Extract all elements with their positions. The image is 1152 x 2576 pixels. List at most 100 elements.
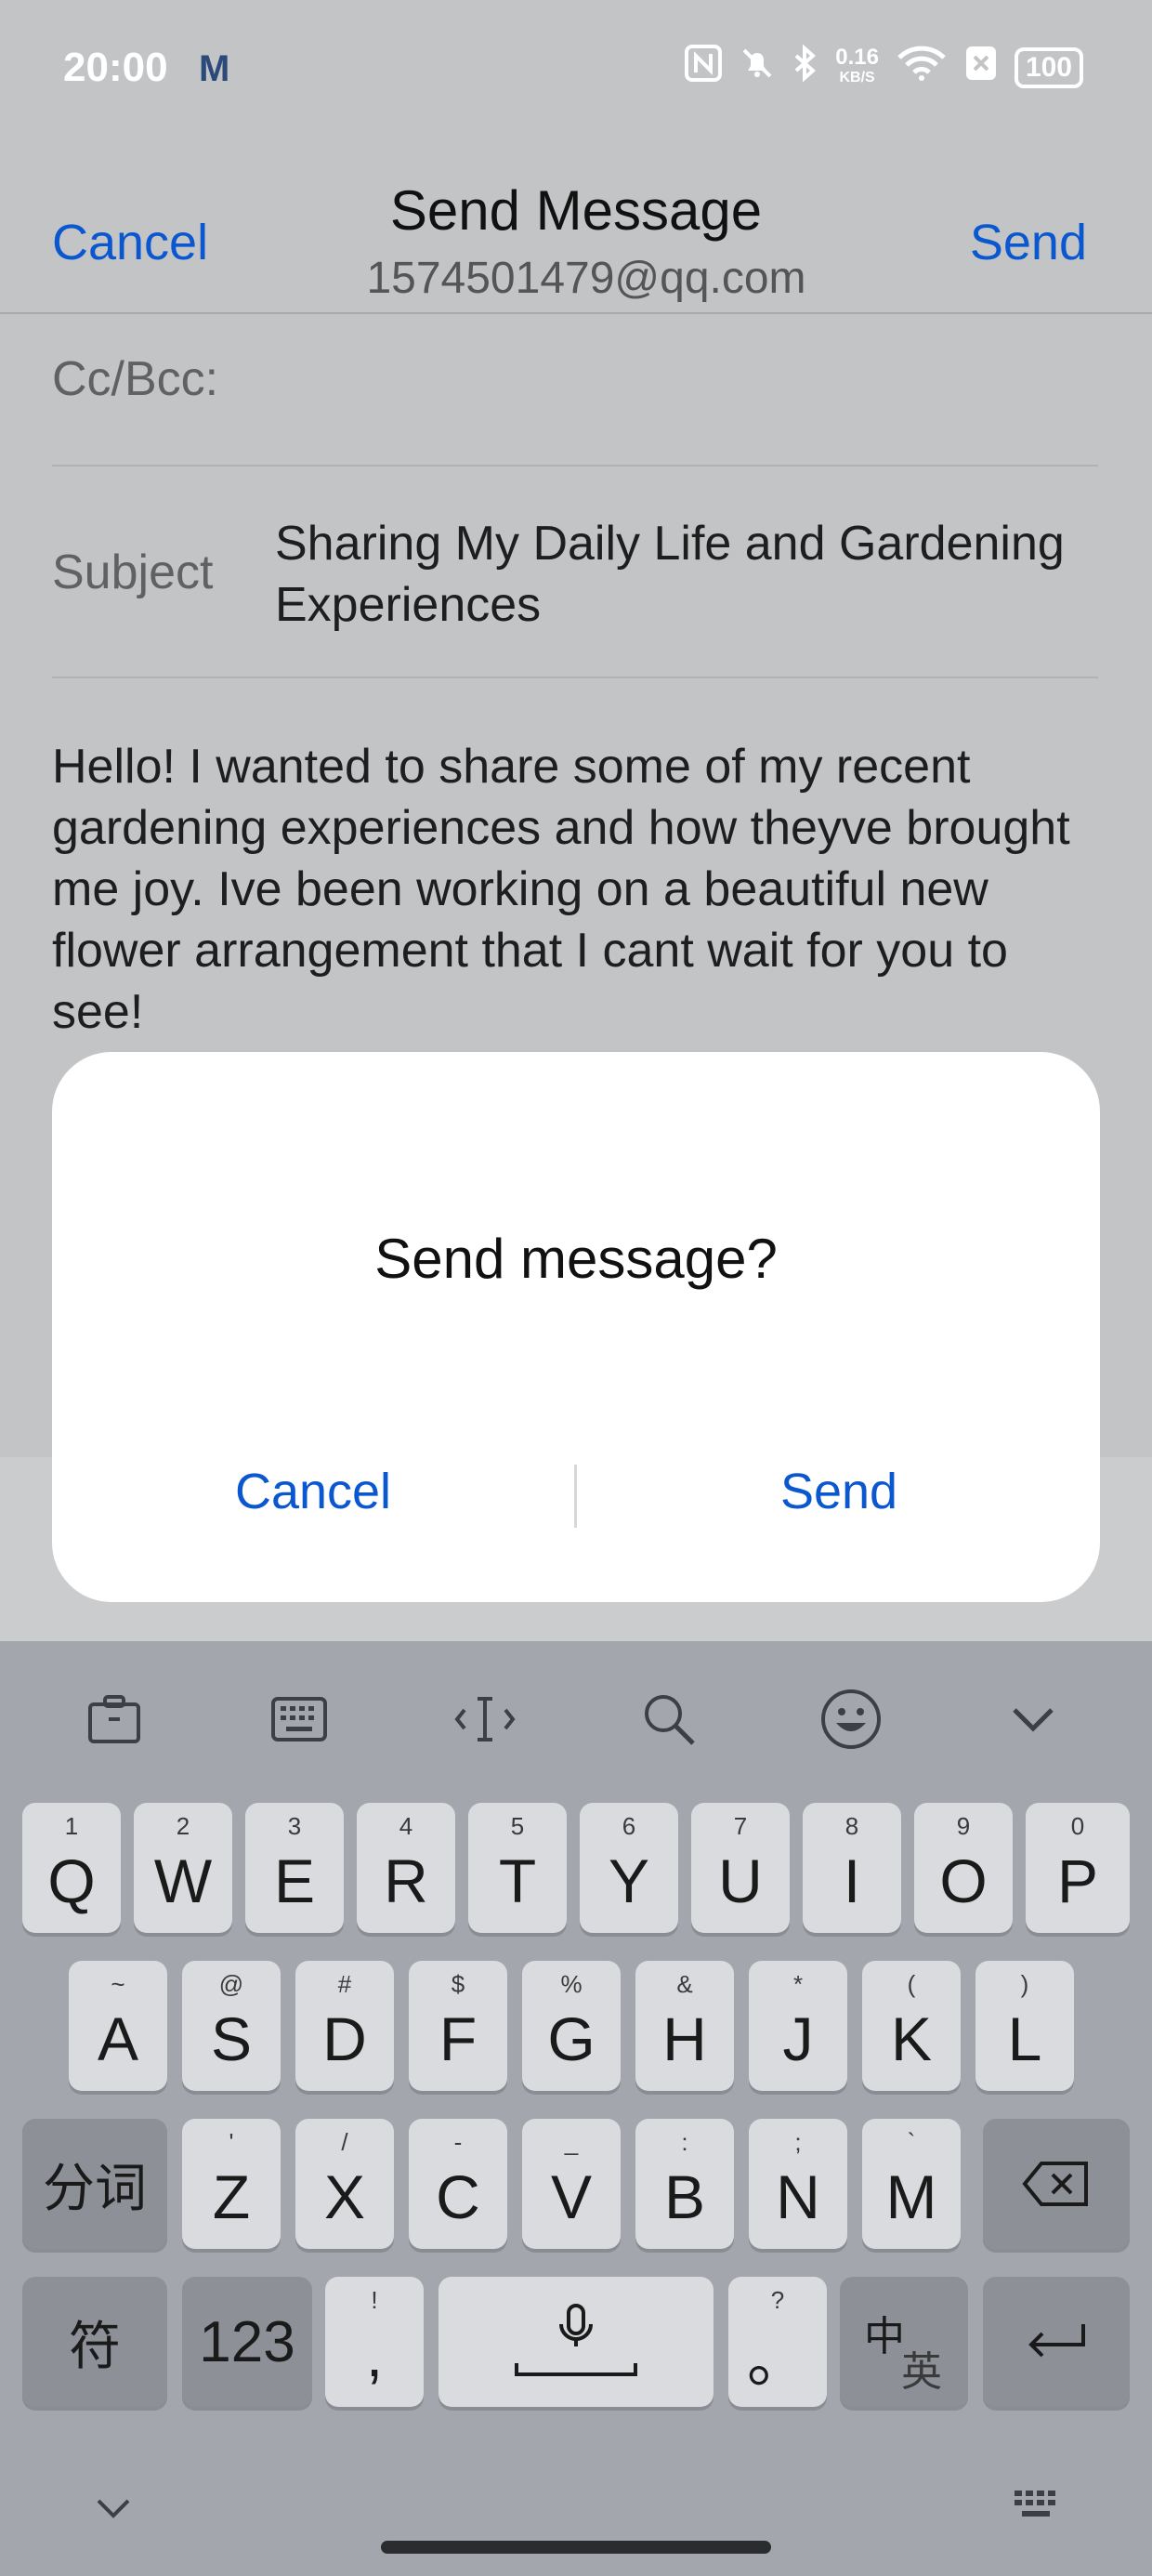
key-q[interactable]: 1Q [22,1803,121,1933]
key-b[interactable]: :B [635,2119,734,2249]
emoji-icon[interactable] [814,1689,888,1749]
key-label: G [547,2004,596,2073]
key-label: X [323,2162,366,2231]
key-hint: ' [229,2128,234,2156]
key-label: N [776,2162,820,2231]
key-j[interactable]: * J [749,1961,847,2091]
key-label: S [210,2004,253,2073]
segment-key[interactable]: 分词 [22,2119,167,2249]
key-label: A [97,2004,139,2073]
key-label: R [384,1847,428,1915]
key-label: W [153,1847,213,1915]
key-u[interactable]: 7U [691,1803,790,1933]
key-y[interactable]: 6Y [580,1803,678,1933]
header-divider [0,312,1152,314]
battery-icon: 100 [1014,47,1083,88]
divider [52,677,1098,678]
key-label: Z [212,2162,251,2231]
key-n[interactable]: ; N [749,2119,847,2249]
key-f[interactable]: $ F [409,1961,507,2091]
keyboard-layout-icon[interactable] [262,1691,336,1747]
subject-label: Subject [52,545,214,599]
collapse-keyboard-icon[interactable] [996,1691,1070,1747]
key-hint: ~ [111,1970,125,1998]
key-g[interactable]: % G [522,1961,621,2091]
key-label: 。 [747,2325,808,2394]
dialog-cancel-button[interactable]: Cancel [85,1463,541,1520]
key-hint: % [560,1970,583,1998]
key-t[interactable]: 5T [468,1803,567,1933]
key-label: 123 [199,2309,295,2374]
key-s[interactable]: @ S [182,1961,281,2091]
numbers-key[interactable]: 123 [182,2277,312,2407]
key-k[interactable]: (K [862,1961,961,2091]
key-hint: 5 [510,1812,525,1840]
divider [52,465,1098,467]
cc-bcc-field[interactable]: Cc/Bcc: [52,351,218,407]
enter-key[interactable] [983,2277,1130,2407]
key-h[interactable]: & H [635,1961,734,2091]
speed-value: 0.16 [835,45,879,70]
key-o[interactable]: 9O [914,1803,1013,1933]
cursor-icon[interactable] [448,1691,522,1747]
key-label: E [273,1847,316,1915]
key-r[interactable]: 4R [357,1803,455,1933]
clipboard-icon[interactable] [77,1691,151,1747]
key-hint: 4 [399,1812,413,1840]
key-hint: 3 [287,1812,302,1840]
key-label: B [663,2162,706,2231]
key-e[interactable]: 3E [245,1803,344,1933]
keyboard-switch-icon[interactable] [1011,2487,1067,2534]
key-hint: _ [564,2128,579,2156]
key-label: M [885,2162,937,2231]
hide-keyboard-icon[interactable] [93,2483,134,2534]
microphone-icon [515,2304,637,2376]
dialog-divider [574,1465,577,1528]
key-z[interactable]: ' Z [182,2119,281,2249]
key-c[interactable]: -C [409,2119,507,2249]
key-hint: 1 [64,1812,79,1840]
key-l[interactable]: ) L [975,1961,1074,2091]
dialog-title: Send message? [374,1228,778,1290]
key-hint: 9 [956,1812,971,1840]
space-key[interactable] [439,2277,713,2407]
subject-field[interactable]: Sharing My Daily Life and Gardening Expe… [275,513,1093,636]
key-hint: ! [371,2286,378,2314]
period-key[interactable]: ?。 [728,2277,827,2407]
key-hint: ; [794,2128,802,2156]
key-hint: * [792,1970,804,1998]
search-icon[interactable] [632,1691,706,1747]
key-hint: 7 [733,1812,748,1840]
key-hint: 8 [844,1812,859,1840]
message-body-field[interactable]: Hello! I wanted to share some of my rece… [52,736,1111,1043]
send-button[interactable]: Send [970,214,1087,271]
key-hint: # [337,1970,352,1998]
key-hint: - [453,2128,463,2156]
key-label: V [550,2162,593,2231]
key-a[interactable]: ~ A [69,1961,167,2091]
key-hint: 2 [176,1812,190,1840]
backspace-key[interactable] [983,2119,1130,2249]
key-v[interactable]: _ V [522,2119,621,2249]
key-hint: ? [770,2286,785,2314]
key-hint: 6 [622,1812,636,1840]
key-hint: / [341,2128,348,2156]
key-i[interactable]: 8I [803,1803,901,1933]
comma-key[interactable]: !, [325,2277,424,2407]
mute-icon [739,45,776,91]
home-indicator[interactable] [381,2541,771,2554]
key-hint: & [676,1970,693,1998]
dialog-send-button[interactable]: Send [611,1463,1067,1520]
symbols-key[interactable]: 符 [22,2277,167,2407]
key-p[interactable]: 0P [1026,1803,1130,1933]
wifi-icon [896,45,948,91]
key-d[interactable]: # D [295,1961,394,2091]
key-m[interactable]: ` M [862,2119,961,2249]
key-hint: ( [907,1970,916,1998]
key-hint: 0 [1070,1812,1085,1840]
key-w[interactable]: 2W [134,1803,232,1933]
backspace-icon [1022,2162,1088,2206]
key-label: U [718,1847,763,1915]
language-switch-key[interactable]: 中 英 [840,2277,968,2407]
key-x[interactable]: / X [295,2119,394,2249]
